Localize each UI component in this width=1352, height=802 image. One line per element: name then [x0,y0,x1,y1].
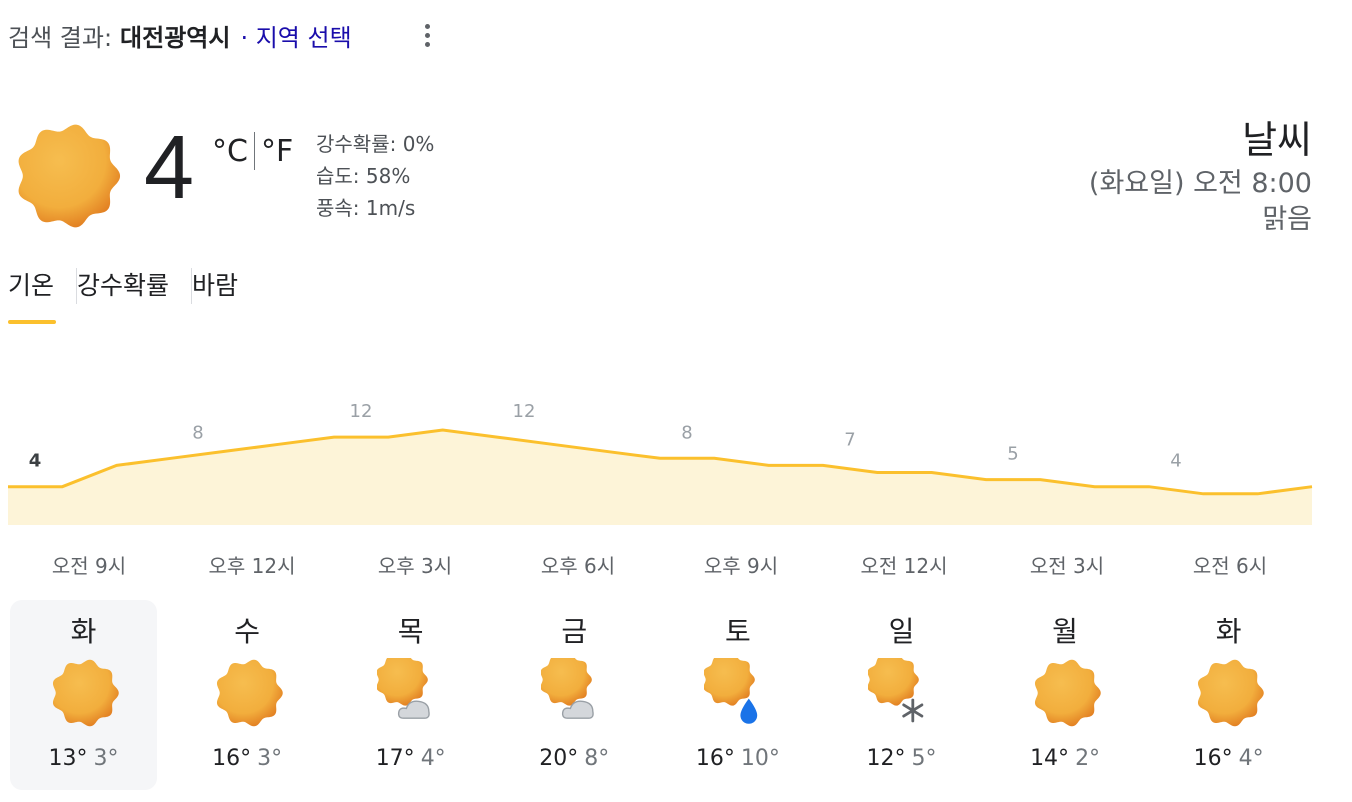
humidity: 습도: 58% [316,164,411,188]
celsius-unit[interactable]: °C [212,134,248,169]
weather-datetime: (화요일) 오전 8:00 [1088,168,1312,199]
precipitation-chance: 강수확률: 0% [316,132,435,156]
weather-details: 강수확률: 0% 습도: 58% 풍속: 1m/s [316,128,434,224]
sun-snow-icon [867,653,938,728]
day-forecast-card[interactable]: 화 13° 3° [10,600,157,790]
day-forecast-card[interactable]: 금 20° 8° [501,600,648,790]
day-forecast-card[interactable]: 일 12° 5° [828,600,975,790]
temperature-chart: 4 8 12 12 8 7 5 4 [8,401,1313,525]
chart-tabs: 기온 강수확률 바람 [8,266,260,326]
temperature-data-label: 8 [681,422,692,443]
day-name: 목 [397,615,424,648]
hour-tick-label: 오전 6시 [1192,554,1268,578]
temperature-data-label: 8 [192,422,203,443]
low-temperature: 8° [584,746,610,771]
high-temperature: 14° [1030,746,1070,771]
weather-header: 날씨 (화요일) 오전 8:00 맑음 [1089,114,1312,238]
day-name: 금 [561,615,588,648]
day-temperatures: 13° 3° [10,746,157,771]
partly-cloudy-icon [540,653,611,728]
wind-speed: 풍속: 1m/s [316,196,416,220]
weather-condition: 맑음 [1262,204,1312,235]
temperature-data-label: 4 [29,451,42,472]
day-temperatures: 14° 2° [992,746,1139,771]
hour-tick-label: 오후 12시 [208,554,296,578]
day-name: 화 [70,615,97,648]
low-temperature: 2° [1075,746,1101,771]
day-temperatures: 16° 3° [174,746,321,771]
temperature-area [8,430,1312,525]
tab-temperature[interactable]: 기온 [8,266,76,324]
sunny-icon [18,124,121,228]
partly-cloudy-icon [376,653,447,728]
more-vert-icon[interactable] [414,20,440,50]
day-name: 화 [1215,615,1242,648]
day-temperatures: 12° 5° [828,746,975,771]
temperature-data-label: 5 [1007,444,1018,465]
high-temperature: 12° [866,746,906,771]
high-temperature: 16° [1193,746,1233,771]
day-forecast-card[interactable]: 목 17° 4° [337,600,484,790]
high-temperature: 16° [212,746,252,771]
day-name: 토 [724,615,751,648]
temperature-data-label: 7 [844,429,855,450]
low-temperature: 4° [420,746,446,771]
high-temperature: 16° [695,746,735,771]
unit-divider [253,132,255,170]
day-forecast-card[interactable]: 수 16° 3° [174,600,321,790]
temperature-data-label: 12 [513,401,536,422]
current-temperature: 4 [144,118,195,218]
low-temperature: 3° [257,746,283,771]
location-name: 대전광역시 [120,23,231,52]
day-temperatures: 17° 4° [337,746,484,771]
tab-wind[interactable]: 바람 [192,266,260,306]
day-forecast-card[interactable]: 토 16° 10° [664,600,811,790]
low-temperature: 4° [1238,746,1264,771]
day-forecast-card[interactable]: 월 14° 2° [992,600,1139,790]
daily-forecast: 화 13° 3° 수 16° 3° 목 17° 4° 금 20° 8° 토 16° 10°… [10,600,1319,790]
high-temperature: 17° [375,746,415,771]
temperature-data-label: 4 [1170,451,1181,472]
sunny-icon [1195,658,1265,728]
day-name: 일 [888,615,915,648]
day-name: 수 [234,615,260,648]
hour-tick-label: 오전 12시 [860,554,948,578]
search-result-line: 검색 결과: 대전광역시 · 지역 선택 [8,18,352,52]
hour-tick-label: 오전 9시 [51,554,127,578]
hour-tick-label: 오후 9시 [703,554,779,578]
low-temperature: 10° [740,746,780,771]
temperature-data-label: 12 [350,401,373,422]
sunny-icon [50,658,120,728]
sunny-icon [214,658,284,728]
search-result-label: 검색 결과: [8,23,113,52]
select-location-link[interactable]: · 지역 선택 [240,18,351,53]
day-temperatures: 20° 8° [501,746,648,771]
day-forecast-card[interactable]: 화 16° 4° [1155,600,1302,790]
unit-toggle: °C °F [212,132,293,170]
hour-tick-label: 오전 3시 [1029,554,1105,578]
weather-title: 날씨 [1242,118,1312,162]
fahrenheit-unit[interactable]: °F [261,134,293,169]
high-temperature: 20° [539,746,579,771]
low-temperature: 5° [911,746,937,771]
sun-rain-icon [703,653,774,728]
hour-axis: 오전 9시 오후 12시 오후 3시 오후 6시 오후 9시 오전 12시 오전 3시 오전 … [0,550,1352,582]
hour-tick-label: 오후 6시 [540,554,616,578]
day-temperatures: 16° 10° [664,746,811,771]
low-temperature: 3° [93,746,119,771]
hour-tick-label: 오후 3시 [377,554,453,578]
high-temperature: 13° [48,746,88,771]
tab-precipitation[interactable]: 강수확률 [77,266,191,306]
sunny-icon [1032,658,1102,728]
day-temperatures: 16° 4° [1155,746,1302,771]
day-name: 월 [1052,615,1078,648]
